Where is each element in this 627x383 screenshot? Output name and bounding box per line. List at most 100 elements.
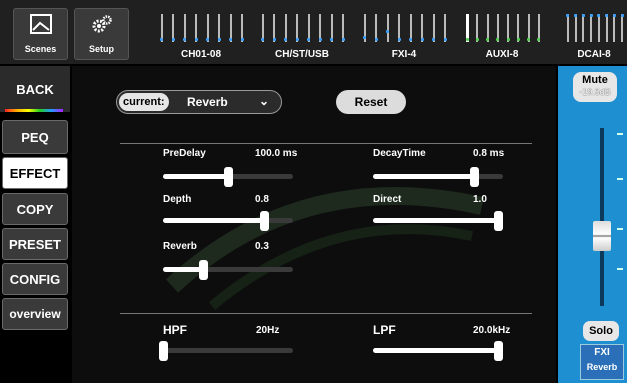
slider-fill bbox=[163, 267, 204, 272]
channel-strip: Mute -19.5dB Solo FXI Reverb bbox=[558, 66, 627, 383]
scenes-button[interactable]: Scenes bbox=[13, 8, 68, 60]
slider-fill bbox=[163, 218, 265, 223]
mini-fader-line bbox=[590, 14, 592, 42]
back-button[interactable]: BACK bbox=[0, 66, 70, 112]
bank-aux1-8[interactable]: AUXI-8 bbox=[461, 10, 543, 60]
scale-tick bbox=[617, 268, 623, 270]
solo-button[interactable]: Solo bbox=[583, 321, 619, 341]
direct-value: 1.0 bbox=[473, 194, 487, 205]
depth-label: Depth bbox=[163, 194, 192, 205]
hpf-slider[interactable] bbox=[159, 341, 293, 361]
setup-button[interactable]: Setup bbox=[74, 8, 129, 60]
slider-handle[interactable] bbox=[260, 211, 269, 231]
slider-handle[interactable] bbox=[199, 260, 208, 280]
mini-fader-dot bbox=[613, 14, 616, 17]
mini-fader-dot bbox=[421, 38, 424, 41]
decaytime-label: DecayTime bbox=[373, 148, 426, 159]
menu-preset[interactable]: PRESET bbox=[2, 228, 68, 260]
mini-fader-dot bbox=[319, 38, 322, 41]
mini-fader-dot bbox=[241, 38, 244, 41]
slider-fill bbox=[373, 174, 475, 179]
slider-handle[interactable] bbox=[470, 167, 479, 187]
mini-fader-dot bbox=[261, 38, 264, 41]
slider-handle[interactable] bbox=[494, 341, 503, 361]
mini-fader-dot bbox=[507, 38, 510, 41]
bank-dca1-8[interactable]: DCAI-8 bbox=[563, 10, 625, 60]
mini-fader-line bbox=[582, 14, 584, 42]
slider-track bbox=[159, 348, 293, 353]
slider-handle[interactable] bbox=[224, 167, 233, 187]
menu-copy[interactable]: COPY bbox=[2, 193, 68, 225]
predelay-slider[interactable] bbox=[163, 167, 293, 187]
effect-panel: current: Reverb ⌄ Reset PreDelay 100.0 m… bbox=[72, 66, 556, 383]
fader-track bbox=[600, 128, 604, 306]
current-label: current: bbox=[119, 93, 169, 111]
fx-assign[interactable]: FXI Reverb bbox=[580, 344, 624, 380]
menu-label: CONFIG bbox=[9, 271, 61, 287]
bank-label: CH01-08 bbox=[180, 49, 222, 60]
fader-handle[interactable] bbox=[593, 221, 611, 251]
mini-fader-dot bbox=[229, 38, 232, 41]
divider bbox=[120, 143, 532, 144]
mini-fader-line bbox=[621, 14, 623, 42]
lpf-value: 20.0kHz bbox=[473, 325, 511, 336]
current-value: Reverb bbox=[187, 95, 228, 109]
menu-label: EFFECT bbox=[9, 165, 61, 181]
menu-config[interactable]: CONFIG bbox=[2, 263, 68, 295]
bank-fx1-4[interactable]: FXI-4 bbox=[358, 10, 450, 60]
slider-fill bbox=[373, 218, 499, 223]
chevron-down-icon: ⌄ bbox=[259, 94, 270, 108]
mini-fader-line bbox=[387, 14, 389, 42]
current-effect-select[interactable]: current: Reverb ⌄ bbox=[116, 90, 282, 114]
direct-slider[interactable] bbox=[373, 211, 503, 231]
mini-fader-dot bbox=[273, 38, 276, 41]
fx-label: FXI bbox=[594, 347, 610, 358]
scale-tick bbox=[617, 133, 623, 135]
scenes-label: Scenes bbox=[24, 44, 57, 54]
mini-fader-dot bbox=[444, 38, 447, 41]
decaytime-slider[interactable] bbox=[373, 167, 503, 187]
menu-peq[interactable]: PEQ bbox=[2, 120, 68, 154]
slider-handle[interactable] bbox=[159, 341, 168, 361]
mini-fader-dot bbox=[363, 36, 366, 39]
back-label: BACK bbox=[16, 81, 54, 97]
mini-fader-dot bbox=[342, 38, 345, 41]
mini-fader-dot bbox=[466, 38, 469, 41]
scale-tick bbox=[617, 178, 623, 180]
mini-fader-dot bbox=[527, 38, 530, 41]
mini-fader-dot bbox=[566, 14, 569, 17]
menu-effect[interactable]: EFFECT bbox=[2, 157, 68, 189]
direct-label: Direct bbox=[373, 194, 402, 205]
mini-fader-line bbox=[613, 14, 615, 42]
divider bbox=[120, 313, 532, 314]
reset-button[interactable]: Reset bbox=[336, 90, 406, 114]
slider-handle[interactable] bbox=[494, 211, 503, 231]
mini-fader-dot bbox=[307, 38, 310, 41]
reverb-label: Reverb bbox=[163, 241, 197, 252]
mixer-app: Scenes Setup CH01-08 CH/ST/USB FXI-4 AUX… bbox=[0, 0, 627, 383]
bank-label: FXI-4 bbox=[391, 49, 417, 60]
bank-ch01-08[interactable]: CH01-08 bbox=[155, 10, 247, 60]
depth-slider[interactable] bbox=[163, 211, 293, 231]
bank-faders bbox=[256, 14, 348, 42]
setup-label: Setup bbox=[88, 44, 114, 54]
predelay-value: 100.0 ms bbox=[255, 148, 298, 159]
mini-fader-dot bbox=[621, 14, 624, 17]
level-readout: -19.5dB bbox=[579, 87, 611, 97]
lpf-slider[interactable] bbox=[373, 341, 503, 361]
channel-fader[interactable] bbox=[558, 128, 627, 306]
mini-fader-dot bbox=[537, 38, 540, 41]
bank-ch-st-usb[interactable]: CH/ST/USB bbox=[256, 10, 348, 60]
reverb-slider[interactable] bbox=[163, 260, 293, 280]
hpf-label: HPF bbox=[163, 323, 187, 337]
mini-fader-dot bbox=[330, 38, 333, 41]
mini-fader-dot bbox=[432, 38, 435, 41]
mini-fader-line bbox=[575, 14, 577, 42]
mini-fader-dot bbox=[574, 14, 577, 17]
rainbow-strip bbox=[5, 109, 63, 112]
mini-fader-dot bbox=[284, 38, 287, 41]
mute-button[interactable]: Mute -19.5dB bbox=[573, 72, 617, 102]
mute-label: Mute bbox=[582, 74, 608, 86]
menu-overview[interactable]: overview bbox=[2, 298, 68, 330]
mini-fader-dot bbox=[398, 38, 401, 41]
